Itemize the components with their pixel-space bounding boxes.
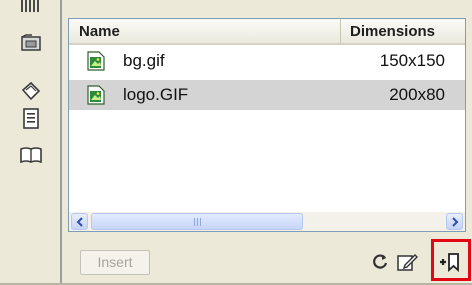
horizontal-scrollbar[interactable] bbox=[69, 212, 465, 231]
file-name: bg.gif bbox=[123, 51, 165, 70]
folder-icon[interactable] bbox=[18, 32, 44, 54]
chevron-right-icon bbox=[451, 216, 458, 227]
add-to-favorites-icon[interactable] bbox=[439, 250, 463, 274]
refresh-icon[interactable] bbox=[368, 250, 392, 274]
file-list: Name Dimensions bg.gif 150x150 logo.GIF … bbox=[68, 18, 466, 232]
column-name-header[interactable]: Name bbox=[69, 19, 341, 43]
scroll-grip bbox=[193, 217, 201, 226]
scroll-right-button[interactable] bbox=[446, 213, 463, 230]
scroll-left-button[interactable] bbox=[71, 213, 88, 230]
library-icon[interactable] bbox=[18, 144, 44, 166]
asset-category-strip bbox=[0, 0, 62, 285]
column-dimensions-header[interactable]: Dimensions bbox=[342, 19, 465, 43]
assets-icon[interactable] bbox=[18, 0, 44, 18]
file-name: logo.GIF bbox=[123, 85, 189, 104]
edit-icon[interactable] bbox=[396, 250, 420, 274]
table-row-selected[interactable]: logo.GIF 200x80 bbox=[69, 80, 465, 110]
bottom-toolbar: Insert bbox=[62, 236, 472, 285]
column-header: Name Dimensions bbox=[69, 19, 465, 45]
assets-panel: Name Dimensions bg.gif 150x150 logo.GIF … bbox=[62, 0, 472, 285]
image-file-icon bbox=[87, 51, 105, 71]
insert-button[interactable]: Insert bbox=[80, 250, 150, 275]
chevron-left-icon bbox=[76, 216, 83, 227]
table-row[interactable]: bg.gif 150x150 bbox=[69, 46, 465, 76]
scroll-thumb[interactable] bbox=[91, 213, 303, 230]
document-icon[interactable] bbox=[18, 108, 44, 130]
file-dimensions: 200x80 bbox=[389, 85, 445, 104]
file-dimensions: 150x150 bbox=[379, 51, 445, 70]
tag-icon[interactable] bbox=[18, 80, 44, 102]
image-file-icon bbox=[87, 85, 105, 105]
